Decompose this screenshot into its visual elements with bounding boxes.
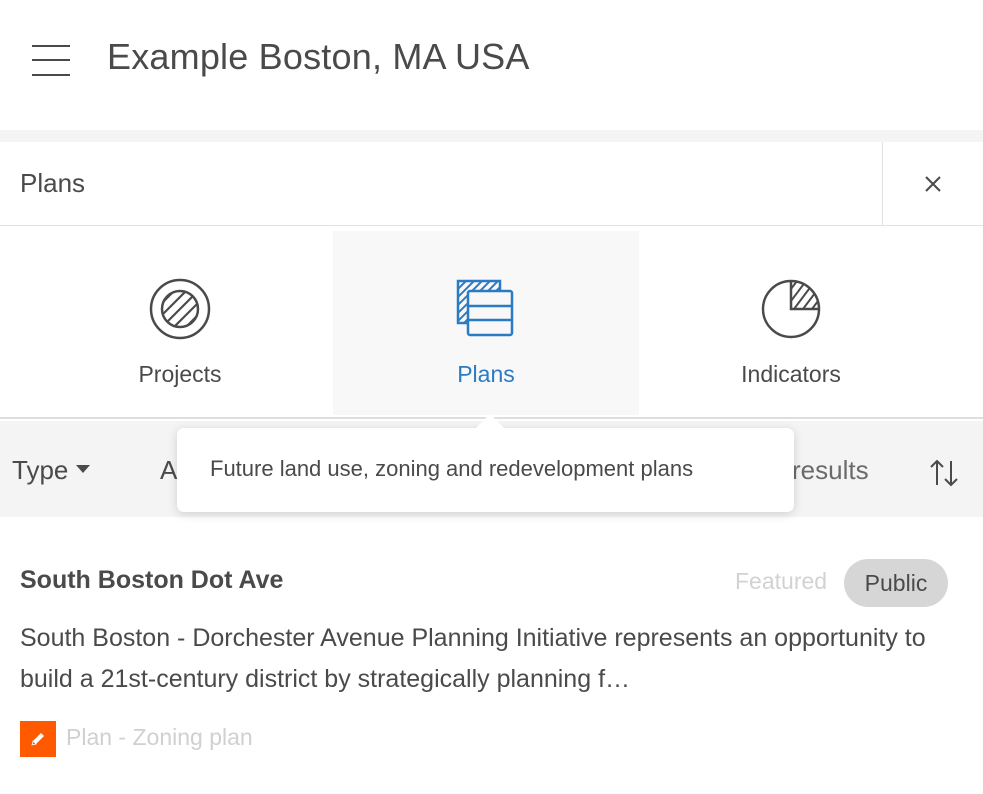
result-type-label: Plan - Zoning plan xyxy=(66,724,253,750)
tooltip-arrow xyxy=(476,414,504,428)
tab-plans[interactable]: Plans xyxy=(333,231,639,415)
category-tooltip: Future land use, zoning and redevelopmen… xyxy=(177,428,794,512)
divider xyxy=(0,130,983,142)
sort-up-down-icon[interactable] xyxy=(928,457,960,489)
visibility-badge: Public xyxy=(844,559,948,607)
plans-stacked-layers-icon xyxy=(456,279,514,337)
search-bar xyxy=(0,142,983,226)
result-title[interactable]: South Boston Dot Ave xyxy=(20,566,283,595)
menu-line xyxy=(32,59,70,61)
tab-label: Plans xyxy=(457,361,515,387)
app-title: Example Boston, MA USA xyxy=(107,36,530,77)
results-count-label: results xyxy=(792,455,869,485)
clear-search-button[interactable] xyxy=(883,142,983,226)
menu-line xyxy=(32,74,70,76)
tab-label: Indicators xyxy=(741,361,841,387)
tab-indicators[interactable]: Indicators xyxy=(638,231,944,415)
secondary-filter-dropdown[interactable]: A xyxy=(160,455,177,486)
caret-down-icon xyxy=(76,464,91,473)
menu-line xyxy=(32,45,70,47)
category-tabs: Projects Plans Indicators xyxy=(0,227,983,419)
tab-label: Projects xyxy=(138,361,222,387)
type-filter-dropdown[interactable]: Type xyxy=(12,455,91,486)
search-input[interactable] xyxy=(0,142,882,225)
indicators-pie-icon xyxy=(761,279,821,339)
close-icon xyxy=(925,176,941,192)
featured-label: Featured xyxy=(735,568,828,594)
hamburger-menu-icon[interactable] xyxy=(32,44,72,78)
result-description: South Boston - Dorchester Avenue Plannin… xyxy=(20,624,926,693)
pencil-icon xyxy=(31,733,44,746)
plan-type-badge xyxy=(20,721,56,757)
result-list-item[interactable]: South Boston Dot Ave Featured Public Sou… xyxy=(0,540,983,780)
type-filter-label: Type xyxy=(12,455,69,485)
tab-projects[interactable]: Projects xyxy=(27,231,333,415)
app-header: Example Boston, MA USA xyxy=(0,0,983,130)
tooltip-text: Future land use, zoning and redevelopmen… xyxy=(210,456,694,481)
projects-hatched-circle-icon xyxy=(149,278,211,340)
